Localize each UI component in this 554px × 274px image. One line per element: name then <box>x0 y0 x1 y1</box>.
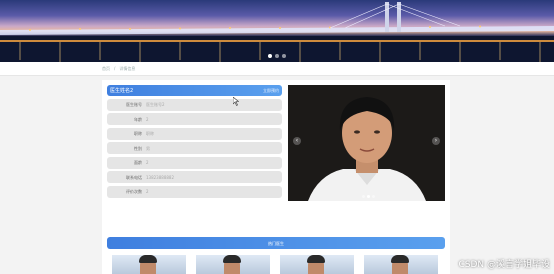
detail-panel: 医生姓名2 立即预约 医生账号 医生账号2 年龄 2 职称 职称 性别 男 面龄… <box>102 80 450 274</box>
field-label: 年龄 <box>134 116 142 122</box>
field-value: 男 <box>146 145 150 151</box>
doctor-portrait-image <box>288 85 445 201</box>
breadcrumb: 首页 / 详情信息 <box>102 66 135 72</box>
field-label: 评价次数 <box>126 189 142 194</box>
field-row: 性别 男 <box>107 142 282 154</box>
popular-doctors-list <box>112 255 438 274</box>
field-value: 2 <box>146 116 149 122</box>
breadcrumb-home-link[interactable]: 首页 <box>102 66 110 72</box>
field-row: 医生账号 医生账号2 <box>107 98 282 111</box>
field-label: 联系电话 <box>126 174 142 180</box>
breadcrumb-bar: 首页 / 详情信息 <box>0 62 554 76</box>
field-row: 联系电话 13823888882 <box>107 171 282 183</box>
field-row: 面龄 2 <box>107 156 282 169</box>
breadcrumb-separator: / <box>114 66 116 71</box>
photo-dot[interactable] <box>367 195 370 198</box>
doctor-photo-carousel[interactable]: ‹ › <box>288 85 445 201</box>
field-row: 年龄 2 <box>107 113 282 125</box>
banner-dot[interactable] <box>268 54 272 58</box>
banner-carousel[interactable] <box>0 0 554 62</box>
banner-dot[interactable] <box>282 54 286 58</box>
doctor-info-header: 医生姓名2 立即预约 <box>107 85 282 96</box>
doctor-thumbnail[interactable] <box>280 255 354 274</box>
chevron-left-icon[interactable]: ‹ <box>293 137 301 145</box>
doctor-thumbnail[interactable] <box>364 255 438 274</box>
photo-dot[interactable] <box>372 195 375 198</box>
doctor-thumbnail[interactable] <box>112 255 186 274</box>
banner-dots[interactable] <box>268 54 286 58</box>
doctor-info-card: 医生姓名2 立即预约 医生账号 医生账号2 年龄 2 职称 职称 性别 男 面龄… <box>107 85 282 198</box>
field-value: 职称 <box>146 131 154 136</box>
mouse-cursor-icon <box>233 97 239 106</box>
watermark: CSDN @溪言学姐毕设 <box>458 260 550 270</box>
popular-doctors-header: 热门医生 <box>107 237 445 249</box>
field-row: 职称 职称 <box>107 127 282 140</box>
field-label: 医生账号 <box>126 102 142 107</box>
field-label: 性别 <box>134 145 142 151</box>
doctor-name: 医生姓名2 <box>110 88 134 94</box>
field-label: 职称 <box>134 131 142 136</box>
doctor-thumbnail[interactable] <box>196 255 270 274</box>
popular-doctors-title: 热门医生 <box>268 240 284 246</box>
field-label: 面龄 <box>134 160 142 165</box>
breadcrumb-current: 详情信息 <box>119 66 136 71</box>
photo-dot[interactable] <box>362 195 365 198</box>
field-row: 评价次数 2 <box>107 185 282 198</box>
field-value: 2 <box>146 160 149 165</box>
field-value: 医生账号2 <box>146 102 165 107</box>
appointment-link[interactable]: 立即预约 <box>263 88 279 94</box>
chevron-right-icon[interactable]: › <box>432 137 440 145</box>
banner-dot[interactable] <box>275 54 279 58</box>
field-value: 2 <box>146 189 149 194</box>
photo-dots[interactable] <box>362 195 375 198</box>
bridge-night-image <box>0 2 554 62</box>
field-value: 13823888882 <box>146 174 174 180</box>
